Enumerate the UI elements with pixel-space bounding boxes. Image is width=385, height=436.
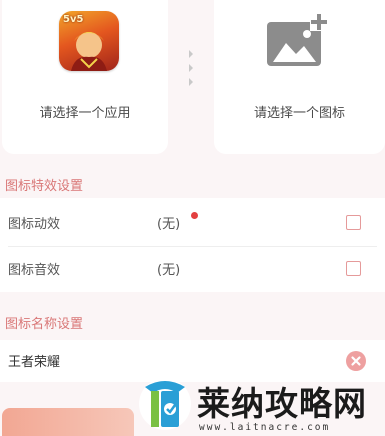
confirm-button[interactable] — [2, 408, 134, 436]
watermark: 莱纳攻略网 www.laitnacre.com — [137, 375, 385, 436]
row-label: 图标音效 — [8, 263, 61, 278]
row-label: 图标动效 — [8, 217, 61, 232]
effect-row-sound[interactable]: 图标音效 (无) — [0, 246, 385, 292]
row-value: (无) — [157, 217, 181, 232]
effects-section-title: 图标特效设置 — [5, 179, 84, 194]
name-section-title: 图标名称设置 — [5, 317, 84, 332]
animation-checkbox[interactable] — [346, 215, 361, 230]
app-game-icon: 5v5 — [59, 11, 119, 71]
app-picker-card[interactable]: 5v5 请选择一个应用 — [2, 0, 168, 154]
watermark-url: www.laitnacre.com — [199, 422, 331, 433]
add-image-icon — [266, 13, 328, 73]
clear-icon[interactable] — [346, 351, 366, 371]
chevron-right-icon — [187, 48, 197, 96]
sound-checkbox[interactable] — [346, 261, 361, 276]
effect-row-animation[interactable]: 图标动效 (无) — [0, 200, 385, 246]
icon-picker-card[interactable]: 请选择一个图标 — [214, 0, 385, 154]
app-picker-label: 请选择一个应用 — [39, 106, 131, 121]
effects-panel: 图标动效 (无) 图标音效 (无) — [0, 198, 385, 292]
watermark-title: 莱纳攻略网 — [197, 384, 367, 423]
row-value: (无) — [157, 263, 181, 278]
notification-dot — [191, 212, 198, 219]
icon-name-input[interactable]: 王者荣耀 — [8, 351, 60, 370]
watermark-logo-icon — [139, 378, 191, 430]
icon-picker-label: 请选择一个图标 — [253, 106, 345, 121]
